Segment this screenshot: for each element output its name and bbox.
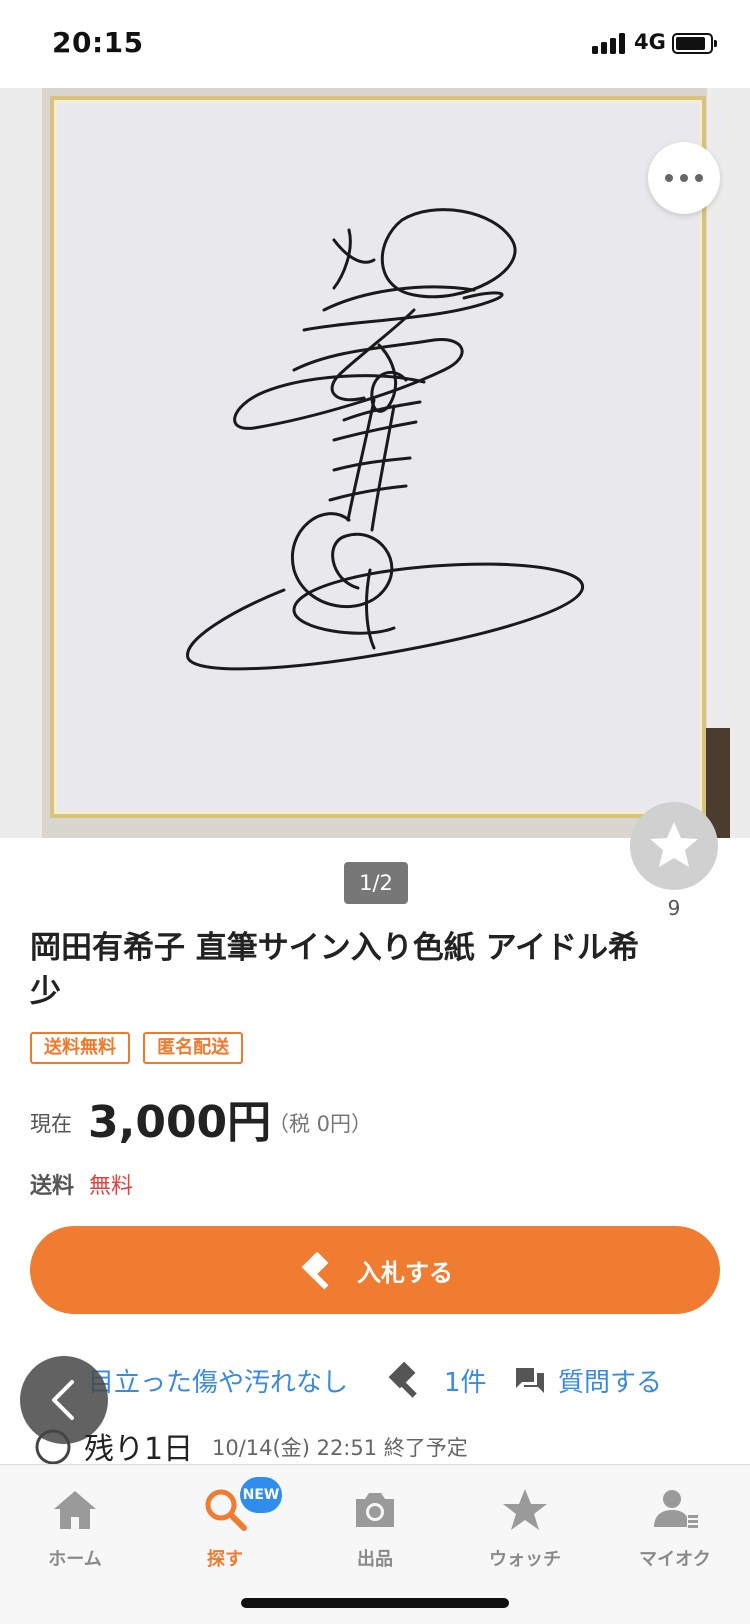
product-image-gallery[interactable]: [0, 88, 750, 838]
tax-amount: （税 0円）: [268, 1112, 373, 1136]
nav-watch[interactable]: ウォッチ: [450, 1475, 600, 1575]
price-label: 現在: [30, 1112, 72, 1136]
signal-icon: [592, 32, 628, 54]
network-type: 4G: [634, 30, 666, 54]
gavel-icon: [388, 1361, 417, 1398]
home-indicator: [241, 1598, 509, 1608]
nav-sell[interactable]: 出品: [300, 1475, 450, 1575]
ask-question-link[interactable]: 質問する: [558, 1362, 662, 1399]
image-pager: 1/2: [344, 862, 408, 904]
nav-search[interactable]: NEW 探す: [150, 1475, 300, 1575]
current-price: 3,000円: [88, 1097, 272, 1148]
user-icon: [654, 1490, 698, 1528]
nav-my-auction-label: マイオク: [639, 1549, 711, 1570]
home-icon: [54, 1491, 96, 1529]
bid-count-link[interactable]: 1件: [444, 1362, 487, 1399]
remaining-time-row: 残り1日 10/14(金) 22:51 終了予定: [0, 1422, 750, 1468]
shipping-row: 送料 無料: [30, 1168, 133, 1200]
product-title: 岡田有希子 直筆サイン入り色紙 アイドル希少: [30, 930, 640, 1010]
remaining-time: 残り1日: [84, 1432, 194, 1467]
info-row: 目立った傷や汚れなし 1件 質問する: [0, 1360, 750, 1400]
watch-count: 9: [667, 896, 681, 920]
camera-icon: [356, 1493, 394, 1527]
autograph-signature: [186, 208, 584, 671]
more-options-button[interactable]: [648, 142, 720, 214]
anonymous-shipping-badge: 匿名配送: [143, 1032, 244, 1064]
battery-icon: [672, 33, 717, 54]
nav-home[interactable]: ホーム: [0, 1475, 150, 1575]
star-icon: [650, 822, 698, 867]
gavel-icon: [301, 1251, 329, 1290]
nav-sell-label: 出品: [357, 1549, 393, 1570]
nav-home-label: ホーム: [48, 1549, 102, 1570]
shipping-value: 無料: [89, 1174, 134, 1199]
bid-button-label: 入札する: [357, 1259, 453, 1287]
status-bar: 20:15 4G: [0, 0, 750, 88]
chat-icon: [516, 1368, 544, 1393]
badges: 送料無料 匿名配送: [30, 1032, 251, 1064]
nav-my-auction[interactable]: マイオク: [600, 1475, 750, 1575]
new-badge: NEW: [240, 1477, 282, 1513]
nav-watch-label: ウォッチ: [489, 1549, 561, 1570]
status-time: 20:15: [52, 26, 144, 59]
nav-search-label: 探す: [207, 1549, 243, 1570]
watch-button[interactable]: [630, 802, 718, 890]
product-photo-shikishi: [50, 96, 706, 818]
end-date: 10/14(金) 22:51 終了予定: [212, 1436, 468, 1460]
star-icon: [503, 1489, 547, 1530]
shipping-label: 送料: [30, 1174, 75, 1199]
bid-button[interactable]: 入札する: [30, 1226, 720, 1314]
free-shipping-badge: 送料無料: [30, 1032, 130, 1064]
item-condition-link[interactable]: 目立った傷や汚れなし: [88, 1362, 348, 1399]
clock-icon: [35, 1429, 71, 1465]
